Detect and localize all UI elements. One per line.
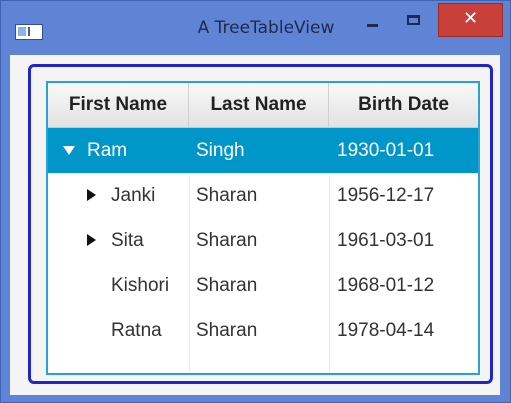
expanded-arrow-icon[interactable] (62, 128, 78, 173)
cell-birth-date: 1968-01-12 (337, 275, 435, 296)
cell-first-name: Kishori (111, 275, 170, 296)
title-bar[interactable]: A TreeTableView ✕ (1, 1, 510, 55)
app-window: A TreeTableView ✕ First Name Last Name B… (0, 0, 511, 403)
table-row[interactable]: Janki Sharan 1956-12-17 (48, 173, 478, 218)
collapsed-arrow-icon[interactable] (84, 173, 100, 218)
cell-birth-date: 1961-03-01 (337, 230, 435, 251)
table-row[interactable]: Ratna Sharan 1978-04-14 (48, 308, 478, 353)
cell-last-name: Singh (196, 140, 245, 161)
column-header-first-name[interactable]: First Name (48, 83, 189, 127)
cell-first-name: Janki (111, 185, 156, 206)
collapsed-arrow-icon[interactable] (84, 218, 100, 263)
column-header-birth-date[interactable]: Birth Date (329, 83, 478, 127)
column-header-last-name[interactable]: Last Name (189, 83, 329, 127)
table-row[interactable]: Ram Singh 1930-01-01 (48, 128, 478, 173)
cell-last-name: Sharan (196, 275, 258, 296)
close-button[interactable]: ✕ (438, 3, 503, 37)
app-icon[interactable] (15, 24, 43, 40)
cell-first-name: Ram (87, 140, 128, 161)
table-row[interactable]: Kishori Sharan 1968-01-12 (48, 263, 478, 308)
cell-birth-date: 1978-04-14 (337, 320, 435, 341)
cell-birth-date: 1930-01-01 (337, 140, 435, 161)
cell-last-name: Sharan (196, 320, 258, 341)
window-content: First Name Last Name Birth Date Ram Singh… (10, 55, 500, 395)
cell-birth-date: 1956-12-17 (337, 185, 435, 206)
cell-first-name: Sita (111, 230, 144, 251)
table-row[interactable]: Sita Sharan 1961-03-01 (48, 218, 478, 263)
table-header: First Name Last Name Birth Date (48, 83, 478, 128)
maximize-button[interactable] (399, 7, 429, 37)
cell-first-name: Ratna (111, 320, 162, 341)
minimize-button[interactable] (357, 7, 387, 37)
cell-last-name: Sharan (196, 185, 258, 206)
cell-last-name: Sharan (196, 230, 258, 251)
tree-table-view[interactable]: First Name Last Name Birth Date Ram Singh… (46, 81, 480, 375)
window-title: A TreeTableView (197, 18, 335, 38)
